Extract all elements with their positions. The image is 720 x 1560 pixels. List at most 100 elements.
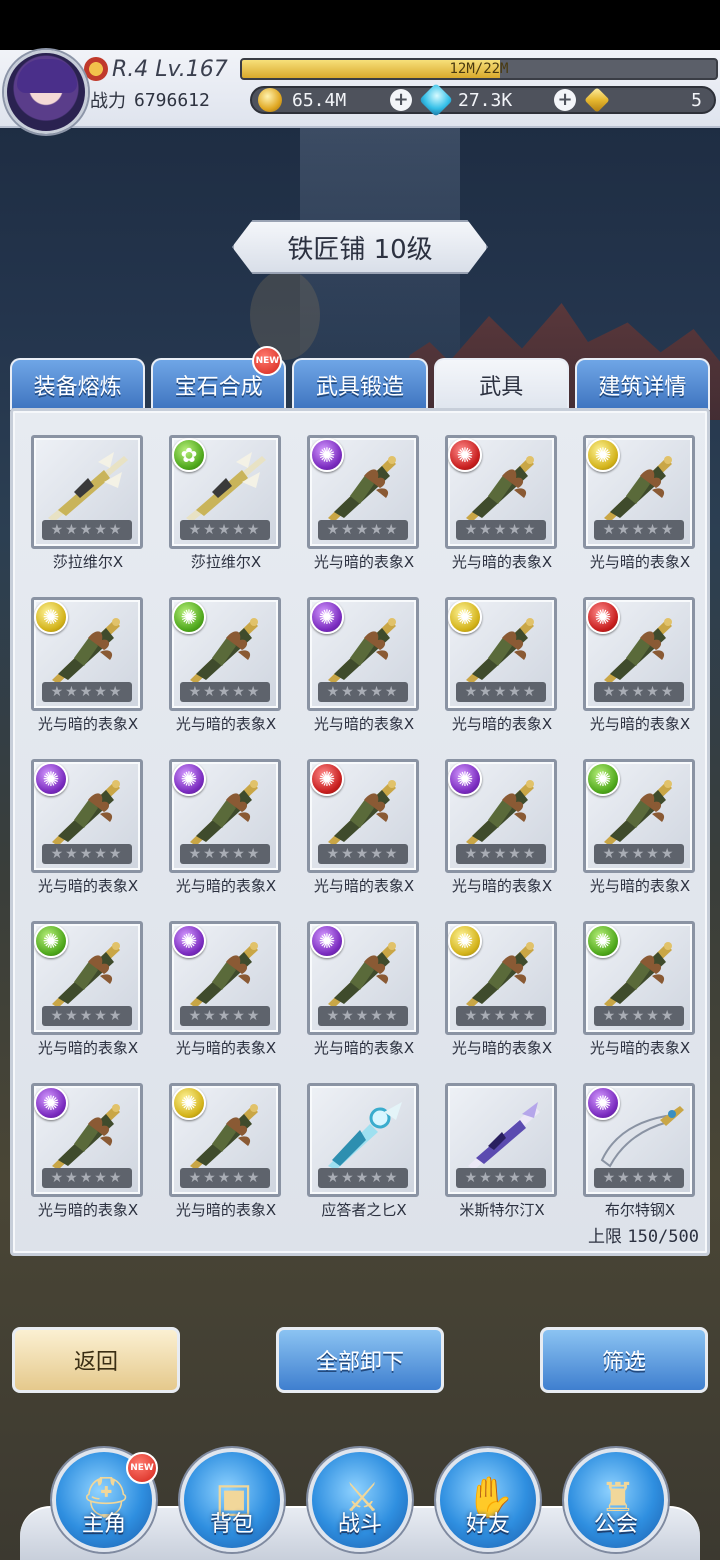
weapon-card[interactable]: ★★★★★ ✿ (169, 435, 281, 549)
weapon-slot[interactable]: ★★★★★ ✺ 光与暗的表象Ⅹ (27, 595, 165, 757)
leaf-icon: ✿ (172, 438, 206, 472)
weapon-slot[interactable]: ★★★★★ 应答者之匕Ⅹ (303, 1081, 441, 1243)
yellow-element-icon: ✺ (586, 438, 620, 472)
power-row: 战力 6796612 (90, 86, 210, 114)
weapon-slot[interactable]: ★★★★★ ✺ 布尔特钢Ⅹ (579, 1081, 717, 1243)
gem-resource: 27.3K (419, 83, 513, 117)
weapon-slot[interactable]: ★★★★★ ✺ 光与暗的表象Ⅹ (27, 1081, 165, 1243)
weapon-slot[interactable]: ★★★★★ ✺ 光与暗的表象Ⅹ (441, 757, 579, 919)
weapon-slot[interactable]: ★★★★★ ✺ 光与暗的表象Ⅹ (165, 595, 303, 757)
weapon-card[interactable]: ★★★★★ ✺ (31, 597, 143, 711)
weapon-name: 光与暗的表象Ⅹ (37, 877, 139, 895)
purple-element-icon: ✺ (34, 1086, 68, 1120)
weapon-name: 光与暗的表象Ⅹ (589, 715, 691, 733)
weapon-slot[interactable]: ★★★★★ 米斯特尔汀Ⅹ (441, 1081, 579, 1243)
weapon-grid: ★★★★★ 莎拉维尔Ⅹ ★★★★★ ✿ 莎拉维尔Ⅹ ★★★★★ ✺ 光与暗的表象Ⅹ ★★★★★ ✺… (27, 433, 703, 1243)
star-rating: ★★★★★ (42, 844, 132, 864)
weapon-card[interactable]: ★★★★★ ✺ (31, 759, 143, 873)
gem-amount: 27.3K (458, 89, 513, 111)
weapon-slot[interactable]: ★★★★★ ✺ 光与暗的表象Ⅹ (579, 919, 717, 1081)
weapon-card[interactable]: ★★★★★ ✺ (445, 759, 557, 873)
weapon-card[interactable]: ★★★★★ ✺ (169, 1083, 281, 1197)
unequip-all-button[interactable]: 全部卸下 (276, 1327, 444, 1393)
weapon-card[interactable]: ★★★★★ (307, 1083, 419, 1197)
nav-2[interactable]: ⚔ 战斗 (308, 1448, 412, 1552)
nav-3[interactable]: ✋ 好友 (436, 1448, 540, 1552)
gold-amount: 65.4M (292, 89, 347, 111)
weapon-slot[interactable]: ★★★★★ ✺ 光与暗的表象Ⅹ (27, 919, 165, 1081)
weapon-name: 应答者之匕Ⅹ (321, 1201, 407, 1219)
purple-element-icon: ✺ (310, 438, 344, 472)
purple-element-icon: ✺ (34, 762, 68, 796)
weapon-card[interactable]: ★★★★★ ✺ (307, 921, 419, 1035)
purple-element-icon: ✺ (310, 600, 344, 634)
weapon-slot[interactable]: ★★★★★ ✺ 光与暗的表象Ⅹ (303, 433, 441, 595)
weapon-card[interactable]: ★★★★★ ✺ (169, 759, 281, 873)
weapon-name: 莎拉维尔Ⅹ (52, 553, 124, 571)
weapon-slot[interactable]: ★★★★★ ✺ 光与暗的表象Ⅹ (303, 595, 441, 757)
weapon-slot[interactable]: ★★★★★ ✺ 光与暗的表象Ⅹ (441, 595, 579, 757)
tab-4[interactable]: 建筑详情 (574, 358, 711, 410)
tab-0[interactable]: 装备熔炼 (10, 358, 146, 410)
filter-button[interactable]: 筛选 (540, 1327, 708, 1393)
building-title: 铁匠铺 10级 (232, 220, 488, 274)
green-element-icon: ✺ (34, 924, 68, 958)
weapon-card[interactable]: ★★★★★ ✺ (307, 597, 419, 711)
weapon-card[interactable]: ★★★★★ ✺ (445, 597, 557, 711)
weapon-card[interactable]: ★★★★★ ✺ (583, 759, 695, 873)
weapon-slot[interactable]: ★★★★★ ✺ 光与暗的表象Ⅹ (579, 757, 717, 919)
add-gem-button[interactable]: + (554, 89, 576, 111)
weapon-slot[interactable]: ★★★★★ ✺ 光与暗的表象Ⅹ (303, 919, 441, 1081)
weapon-card[interactable]: ★★★★★ ✺ (169, 921, 281, 1035)
weapon-card[interactable]: ★★★★★ ✺ (583, 1083, 695, 1197)
add-gold-button[interactable]: + (390, 89, 412, 111)
weapon-name: 光与暗的表象Ⅹ (589, 553, 691, 571)
nav-4[interactable]: ♜ 公会 (564, 1448, 668, 1552)
weapon-slot[interactable]: ★★★★★ ✺ 光与暗的表象Ⅹ (441, 919, 579, 1081)
tab-3[interactable]: 武具 (433, 358, 569, 410)
weapon-card[interactable]: ★★★★★ ✺ (445, 435, 557, 549)
star-rating: ★★★★★ (180, 682, 270, 702)
green-element-icon: ✺ (172, 600, 206, 634)
weapon-card[interactable]: ★★★★★ ✺ (31, 921, 143, 1035)
tab-label: 建筑详情 (598, 375, 687, 400)
star-rating: ★★★★★ (318, 520, 408, 540)
purple-element-icon: ✺ (448, 762, 482, 796)
capacity-counter: 上限 150/500 (588, 1222, 699, 1247)
weapon-card[interactable]: ★★★★★ ✺ (445, 921, 557, 1035)
purple-element-icon: ✺ (172, 762, 206, 796)
tab-1[interactable]: 宝石合成 NEW (151, 346, 287, 410)
weapon-slot[interactable]: ★★★★★ ✺ 光与暗的表象Ⅹ (165, 757, 303, 919)
weapon-slot[interactable]: ★★★★★ ✺ 光与暗的表象Ⅹ (579, 595, 717, 757)
star-rating: ★★★★★ (42, 1006, 132, 1026)
star-rating: ★★★★★ (456, 682, 546, 702)
weapon-slot[interactable]: ★★★★★ ✺ 光与暗的表象Ⅹ (303, 757, 441, 919)
weapon-card[interactable]: ★★★★★ ✺ (307, 759, 419, 873)
back-button[interactable]: 返回 (12, 1327, 180, 1393)
weapon-name: 光与暗的表象Ⅹ (451, 1039, 553, 1057)
weapon-card[interactable]: ★★★★★ ✺ (169, 597, 281, 711)
weapon-slot[interactable]: ★★★★★ ✺ 光与暗的表象Ⅹ (27, 757, 165, 919)
weapon-slot[interactable]: ★★★★★ ✿ 莎拉维尔Ⅹ (165, 433, 303, 595)
star-rating: ★★★★★ (456, 844, 546, 864)
weapon-card[interactable]: ★★★★★ ✺ (31, 1083, 143, 1197)
weapon-card[interactable]: ★★★★★ ✺ (583, 597, 695, 711)
weapon-name: 光与暗的表象Ⅹ (589, 877, 691, 895)
tab-2[interactable]: 武具锻造 (292, 358, 428, 410)
player-avatar[interactable] (4, 50, 88, 134)
weapon-card[interactable]: ★★★★★ ✺ (307, 435, 419, 549)
weapon-card[interactable]: ★★★★★ ✺ (583, 921, 695, 1035)
weapon-card[interactable]: ★★★★★ (445, 1083, 557, 1197)
weapon-card[interactable]: ★★★★★ (31, 435, 143, 549)
weapon-slot[interactable]: ★★★★★ ✺ 光与暗的表象Ⅹ (579, 433, 717, 595)
nav-1[interactable]: ▣ 背包 (180, 1448, 284, 1552)
weapon-card[interactable]: ★★★★★ ✺ (583, 435, 695, 549)
weapon-slot[interactable]: ★★★★★ ✺ 光与暗的表象Ⅹ (165, 919, 303, 1081)
weapon-slot[interactable]: ★★★★★ 莎拉维尔Ⅹ (27, 433, 165, 595)
star-rating: ★★★★★ (456, 520, 546, 540)
resource-bar: 65.4M + 27.3K + 5 (250, 83, 716, 117)
ice-dagger-icon (320, 1100, 412, 1170)
weapon-slot[interactable]: ★★★★★ ✺ 光与暗的表象Ⅹ (441, 433, 579, 595)
nav-0[interactable]: ⛑ 主角 NEW (52, 1448, 158, 1552)
weapon-slot[interactable]: ★★★★★ ✺ 光与暗的表象Ⅹ (165, 1081, 303, 1243)
